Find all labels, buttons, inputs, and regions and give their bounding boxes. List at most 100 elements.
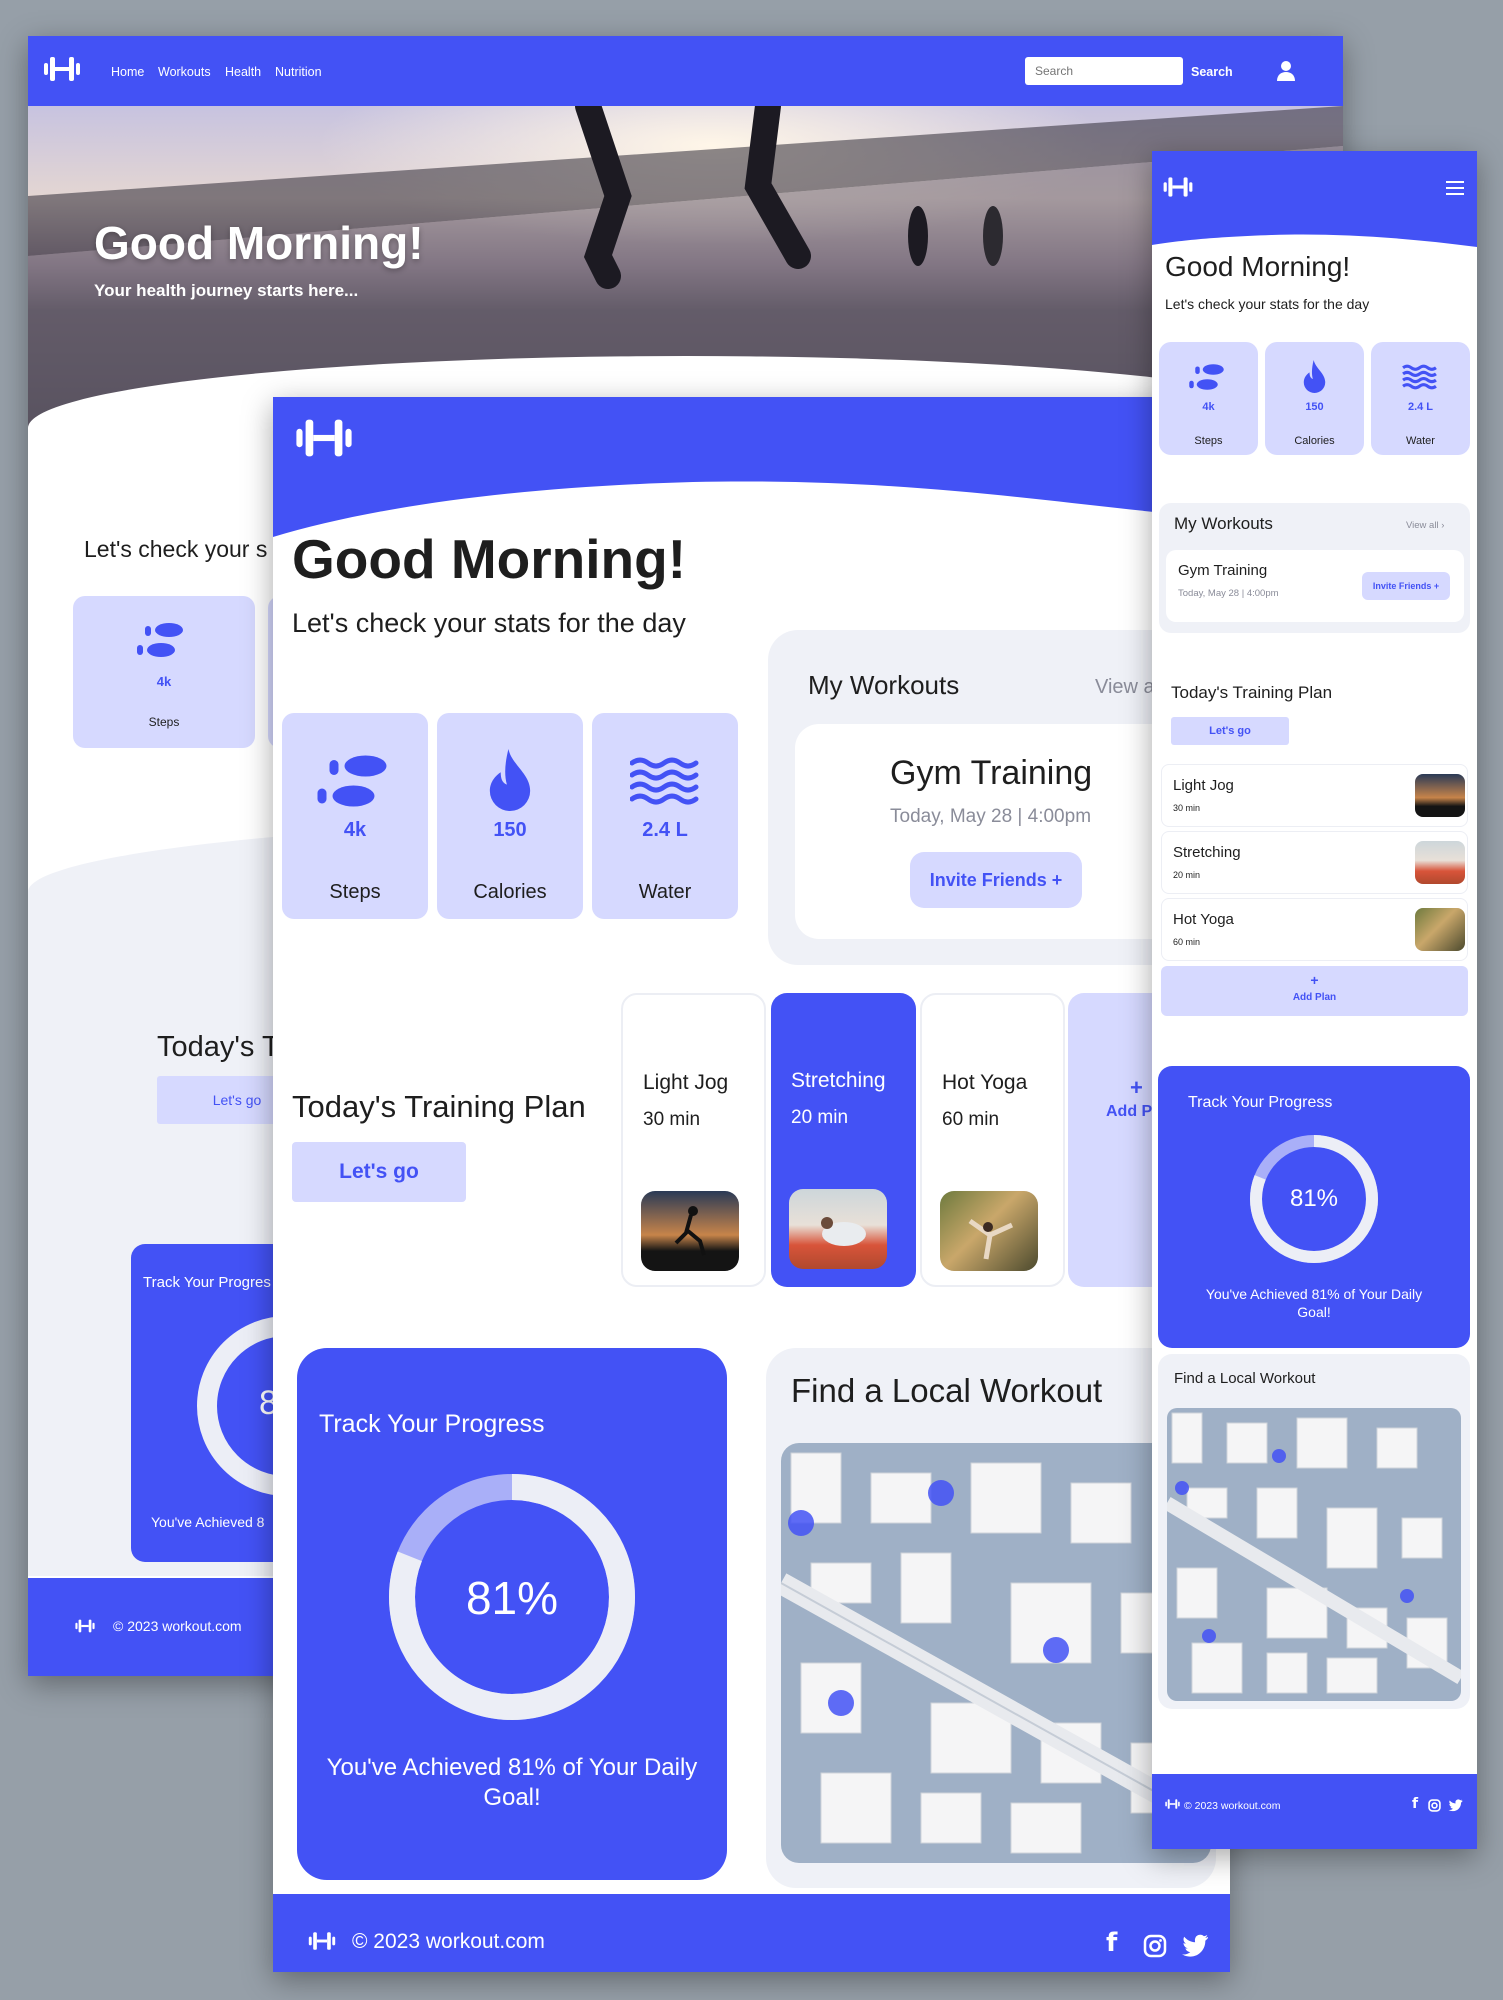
tablet-stat-steps[interactable]: 4k Steps: [282, 713, 428, 919]
tablet-header-wave: [273, 397, 1230, 537]
tablet-progress-caption: You've Achieved 81% of Your Daily Goal!: [326, 1754, 698, 1811]
desktop-steps-label: Steps: [148, 715, 180, 729]
hero-subtitle: Your health journey starts here...: [94, 281, 359, 300]
plus-icon: +: [1310, 972, 1319, 988]
tablet-local-panel: Find a Local Workout: [766, 1348, 1216, 1888]
mobile-calories-label: Calories: [1294, 435, 1335, 447]
facebook-icon[interactable]: f: [1412, 1796, 1418, 1812]
jogger-thumbnail: [1415, 774, 1465, 817]
footer-dumbbell-icon: [306, 1930, 338, 1952]
dumbbell-logo-icon[interactable]: [42, 54, 82, 84]
tablet-plan-name: Stretching: [791, 1069, 886, 1092]
mobile-plan-duration: 20 min: [1173, 870, 1201, 880]
mobile-stat-calories[interactable]: 150 Calories: [1265, 342, 1364, 455]
hamburger-menu-icon[interactable]: [1446, 181, 1464, 195]
mobile-stat-water[interactable]: 2.4 L Water: [1371, 342, 1470, 455]
tablet-workout-time: Today, May 28 | 4:00pm: [890, 806, 1092, 827]
tablet-plan-duration: 30 min: [643, 1109, 701, 1130]
footsteps-icon: [1189, 364, 1224, 390]
facebook-icon[interactable]: f: [1106, 1928, 1117, 1958]
nav-home[interactable]: Home: [111, 65, 144, 79]
instagram-icon[interactable]: [1143, 1934, 1167, 1958]
mobile-plan-duration: 30 min: [1173, 803, 1201, 813]
mobile-header-wave: [1152, 151, 1477, 247]
twitter-icon[interactable]: [1448, 1799, 1463, 1812]
mobile-city-map[interactable]: [1167, 1408, 1461, 1701]
desktop-steps-value: 4k: [156, 674, 172, 689]
footsteps-icon: [317, 755, 387, 807]
mobile-stat-steps[interactable]: 4k Steps: [1159, 342, 1258, 455]
mobile-water-label: Water: [1406, 435, 1435, 447]
tablet-progress-value: 81%: [465, 1572, 559, 1624]
nav-nutrition[interactable]: Nutrition: [275, 65, 322, 79]
tablet-invite-friends-button[interactable]: Invite Friends +: [910, 852, 1082, 908]
tablet-screen: Good Morning! Let's check your stats for…: [273, 397, 1230, 1972]
stretching-thumbnail: [1415, 841, 1465, 884]
tablet-logo-icon[interactable]: [293, 415, 355, 461]
desktop-search-input[interactable]: [1025, 57, 1183, 85]
mobile-plan-light-jog[interactable]: Light Jog 30 min: [1161, 764, 1468, 827]
tablet-footer: © 2023 workout.com f: [273, 1894, 1230, 1972]
water-icon: [630, 757, 699, 805]
tablet-progress-title: Track Your Progress: [319, 1410, 545, 1438]
stretching-thumbnail: [789, 1189, 887, 1269]
tablet-plan-duration: 20 min: [791, 1107, 849, 1128]
desktop-progress-caption: You've Achieved 8: [151, 1514, 265, 1530]
twitter-icon[interactable]: [1181, 1934, 1209, 1958]
desktop-stat-steps[interactable]: 4k Steps: [73, 596, 255, 748]
desktop-stats-intro: Let's check your s: [84, 536, 268, 562]
mobile-plan-name: Light Jog: [1173, 777, 1234, 794]
mobile-workout-card[interactable]: Gym Training Today, May 28 | 4:00pm Invi…: [1166, 550, 1464, 622]
tablet-calories-value: 150: [493, 819, 527, 841]
tablet-training-title: Today's Training Plan: [292, 1089, 586, 1124]
yoga-thumbnail: [1415, 908, 1465, 951]
mobile-footer-copyright: © 2023 workout.com: [1184, 1800, 1281, 1812]
tablet-plan-name: Hot Yoga: [942, 1071, 1028, 1094]
mobile-plan-stretching[interactable]: Stretching 20 min: [1161, 831, 1468, 894]
tablet-stat-calories[interactable]: 150 Calories: [437, 713, 583, 919]
tablet-stat-water[interactable]: 2.4 L Water: [592, 713, 738, 919]
mobile-local-panel: Find a Local Workout: [1158, 1354, 1470, 1709]
mobile-logo-icon[interactable]: [1162, 175, 1194, 199]
nav-health[interactable]: Health: [225, 65, 261, 79]
flame-icon: [489, 749, 531, 811]
instagram-icon[interactable]: [1428, 1799, 1441, 1812]
plus-icon: +: [1130, 1075, 1143, 1100]
nav-workouts[interactable]: Workouts: [158, 65, 211, 79]
desktop-search-button[interactable]: Search: [1191, 65, 1233, 79]
mobile-plan-hot-yoga[interactable]: Hot Yoga 60 min: [1161, 898, 1468, 961]
tablet-view-all-link[interactable]: View a: [1095, 676, 1155, 699]
tablet-steps-value: 4k: [343, 819, 367, 841]
footer-dumbbell-icon: [1164, 1798, 1181, 1810]
tablet-plan-light-jog[interactable]: Light Jog 30 min: [621, 993, 766, 1287]
tablet-plan-duration: 60 min: [942, 1109, 1000, 1130]
tablet-plan-hot-yoga[interactable]: Hot Yoga 60 min: [920, 993, 1065, 1287]
mobile-greeting: Good Morning!: [1165, 251, 1351, 282]
tablet-plan-name: Light Jog: [643, 1071, 729, 1094]
mobile-plan-name: Hot Yoga: [1173, 911, 1234, 928]
mobile-view-all-link[interactable]: View all ›: [1406, 520, 1444, 531]
user-icon[interactable]: [1276, 60, 1296, 82]
tablet-city-map[interactable]: [781, 1443, 1211, 1863]
jogger-thumbnail: [641, 1191, 739, 1271]
tablet-water-label: Water: [638, 881, 692, 903]
mobile-progress-card: Track Your Progress 81% You've Achieved …: [1158, 1066, 1470, 1348]
view-all-label: View all: [1406, 520, 1439, 531]
mobile-invite-friends-button[interactable]: Invite Friends +: [1362, 572, 1450, 600]
tablet-lets-go-button[interactable]: Let's go: [292, 1142, 466, 1202]
invite-label: Invite Friends: [1372, 581, 1432, 591]
mobile-workout-time: Today, May 28 | 4:00pm: [1178, 588, 1279, 599]
mobile-plan-duration: 60 min: [1173, 937, 1201, 947]
flame-icon: [1303, 360, 1326, 393]
mobile-progress-value: 81%: [1289, 1185, 1339, 1212]
mobile-workouts-title: My Workouts: [1174, 514, 1273, 533]
tablet-plan-stretching[interactable]: Stretching 20 min: [771, 993, 916, 1287]
desktop-progress-title: Track Your Progres: [143, 1274, 271, 1291]
desktop-training-title: Today's T: [157, 1031, 280, 1063]
hero-banner: Good Morning! Your health journey starts…: [28, 106, 1343, 436]
mobile-lets-go-button[interactable]: Let's go: [1171, 717, 1289, 745]
tablet-add-plan-label: Add Pl: [1106, 1103, 1157, 1120]
mobile-add-plan-button[interactable]: + Add Plan: [1161, 966, 1468, 1016]
tablet-calories-label: Calories: [473, 881, 547, 903]
mobile-steps-label: Steps: [1194, 435, 1223, 447]
